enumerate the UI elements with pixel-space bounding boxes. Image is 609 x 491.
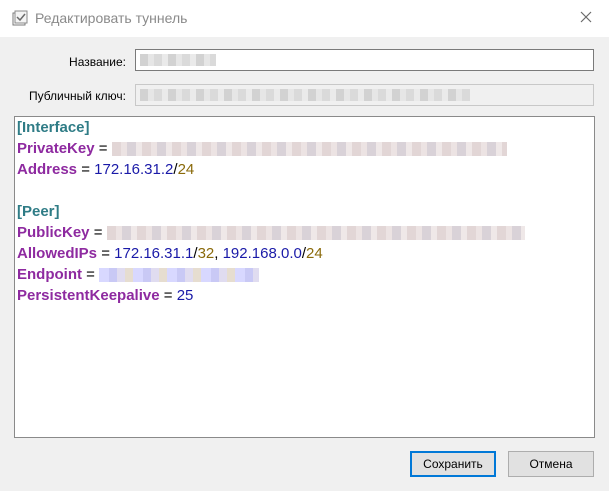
editor-line-keepalive: PersistentKeepalive = 25 xyxy=(17,286,193,306)
equals-sign: = xyxy=(98,140,108,157)
allowed-cidr-2: 24 xyxy=(306,245,323,262)
redacted-private-key xyxy=(111,142,507,157)
keepalive-key: PersistentKeepalive xyxy=(17,287,160,304)
redacted-public-key xyxy=(140,89,470,101)
interface-section-header: [Interface] xyxy=(17,119,90,136)
address-ip: 172.16.31.2 xyxy=(94,161,174,178)
public-key-label: Публичный ключ: xyxy=(28,89,126,103)
editor-line-private-key: PrivateKey = xyxy=(17,139,507,159)
comma: , xyxy=(214,245,219,262)
address-cidr: 24 xyxy=(177,161,195,178)
editor-line-peer: [Peer] xyxy=(17,202,60,222)
tunnel-config-icon xyxy=(11,9,29,27)
address-key: Address xyxy=(17,161,78,178)
public-key-field[interactable] xyxy=(135,84,594,106)
public-key-key: PublicKey xyxy=(17,224,90,241)
allowed-cidr-1: 32 xyxy=(197,245,215,262)
editor-line-interface: [Interface] xyxy=(17,118,90,138)
equals-sign: = xyxy=(86,266,95,283)
equals-sign: = xyxy=(93,224,103,241)
close-icon xyxy=(580,11,592,26)
allowed-ips-key: AllowedIPs xyxy=(17,245,98,262)
equals-sign: = xyxy=(81,161,90,178)
save-button[interactable]: Сохранить xyxy=(410,451,496,477)
redacted-peer-public-key xyxy=(106,226,525,241)
editor-line-allowed-ips: AllowedIPs = 172.16.31.1/32, 192.168.0.0… xyxy=(17,244,323,264)
title-bar: Редактировать туннель xyxy=(0,0,609,37)
private-key-key: PrivateKey xyxy=(17,140,95,157)
redacted-name xyxy=(140,54,216,66)
editor-line-endpoint: Endpoint = xyxy=(17,265,260,285)
allowed-ip-1: 172.16.31.1 xyxy=(114,245,194,262)
redacted-endpoint xyxy=(99,268,260,283)
editor-line-address: Address = 172.16.31.2/24 xyxy=(17,160,194,180)
close-button[interactable] xyxy=(563,0,609,36)
keepalive-value: 25 xyxy=(176,287,194,304)
editor-line-public-key: PublicKey = xyxy=(17,223,525,243)
window-title: Редактировать туннель xyxy=(35,10,188,26)
equals-sign: = xyxy=(101,245,110,262)
name-input[interactable] xyxy=(135,49,594,71)
config-editor[interactable]: [Interface] PrivateKey = Address = 172.1… xyxy=(14,116,595,438)
name-label: Название: xyxy=(69,55,126,69)
peer-section-header: [Peer] xyxy=(17,203,60,220)
equals-sign: = xyxy=(163,287,173,304)
cancel-button[interactable]: Отмена xyxy=(508,451,594,477)
endpoint-key: Endpoint xyxy=(17,266,82,283)
allowed-ip-2: 192.168.0.0 xyxy=(222,245,302,262)
